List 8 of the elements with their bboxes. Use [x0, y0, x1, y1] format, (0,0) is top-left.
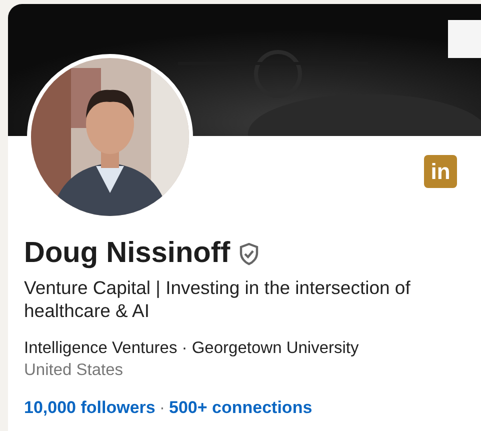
separator: · — [159, 397, 166, 420]
headline: Venture Capital | Investing in the intersection of healthcare & AI — [24, 276, 412, 323]
logo-badge[interactable]: in — [424, 155, 457, 188]
connections-link[interactable]: 500+ connections — [169, 395, 312, 421]
affiliations-text: Intelligence Ventures · Georgetown University — [24, 338, 360, 359]
profile-name: Doug Nissinoff — [24, 238, 230, 270]
location-text: United States — [24, 360, 124, 382]
followers-link[interactable]: 10,000 followers — [24, 395, 156, 421]
